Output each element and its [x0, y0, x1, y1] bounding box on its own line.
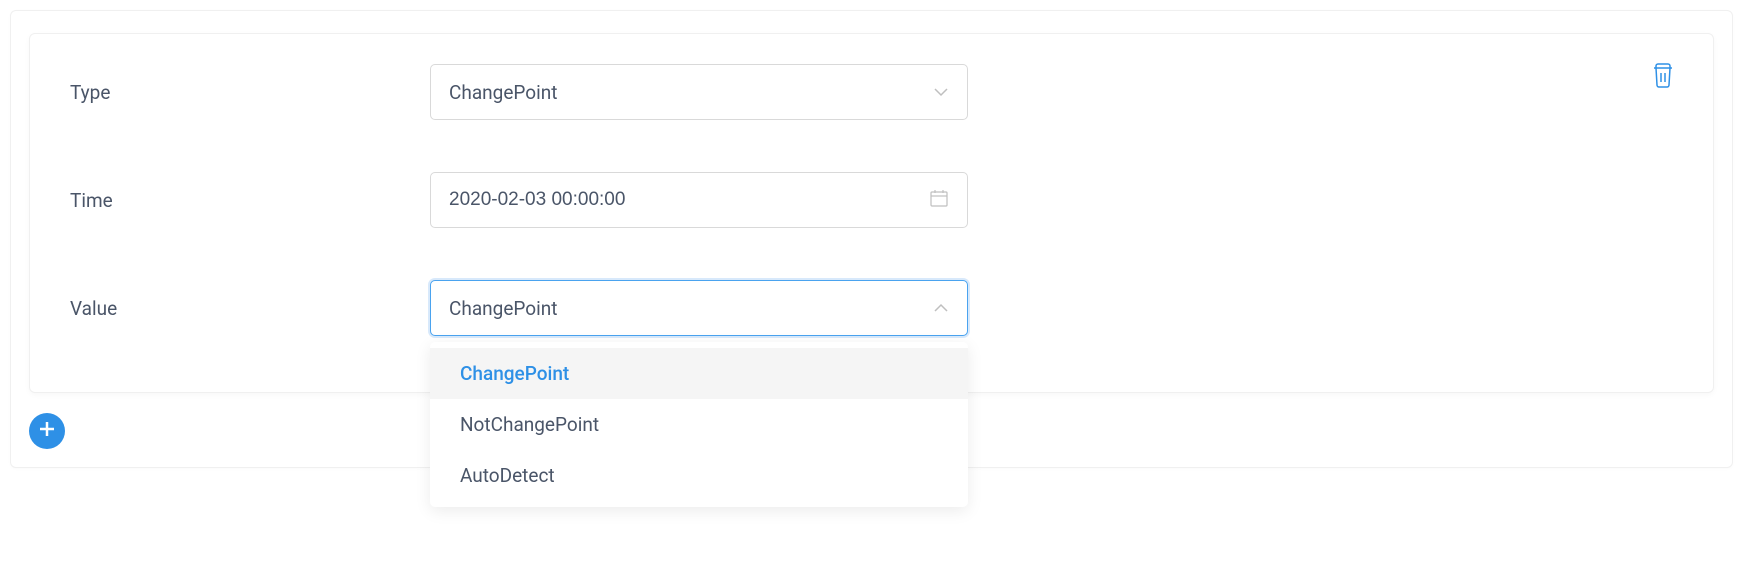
- calendar-icon: [929, 188, 949, 213]
- time-row: Time: [70, 172, 1673, 228]
- time-control: [430, 172, 968, 228]
- add-button[interactable]: [29, 413, 65, 449]
- value-row: Value ChangePoint ChangePoint NotChangeP…: [70, 280, 1673, 336]
- time-label: Time: [70, 189, 430, 212]
- type-label: Type: [70, 81, 430, 104]
- time-input-wrap[interactable]: [430, 172, 968, 228]
- value-label: Value: [70, 297, 430, 320]
- delete-button[interactable]: [1651, 62, 1677, 88]
- dropdown-item-changepoint[interactable]: ChangePoint: [430, 348, 968, 399]
- value-dropdown: ChangePoint NotChangePoint AutoDetect: [430, 342, 968, 507]
- outer-card: Type ChangePoint Time: [10, 10, 1733, 468]
- dropdown-item-autodetect[interactable]: AutoDetect: [430, 450, 968, 501]
- chevron-up-icon: [933, 300, 949, 316]
- value-select[interactable]: ChangePoint: [430, 280, 968, 336]
- feedback-card: Type ChangePoint Time: [29, 33, 1714, 393]
- type-row: Type ChangePoint: [70, 64, 1673, 120]
- type-select-value: ChangePoint: [449, 81, 557, 104]
- dropdown-item-notchangepoint[interactable]: NotChangePoint: [430, 399, 968, 450]
- plus-icon: [38, 420, 56, 442]
- value-control: ChangePoint ChangePoint NotChangePoint A…: [430, 280, 968, 336]
- time-input[interactable]: [449, 189, 929, 211]
- chevron-down-icon: [933, 84, 949, 100]
- type-select[interactable]: ChangePoint: [430, 64, 968, 120]
- value-select-value: ChangePoint: [449, 297, 557, 320]
- type-control: ChangePoint: [430, 64, 968, 120]
- trash-icon: [1651, 73, 1675, 92]
